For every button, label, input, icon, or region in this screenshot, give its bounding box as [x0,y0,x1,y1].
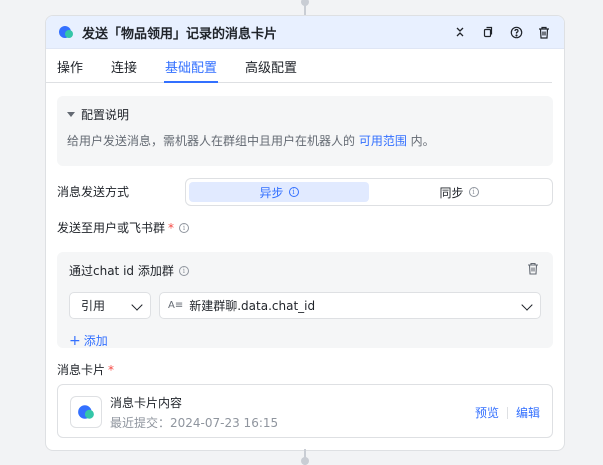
chat-id-group-title: 通过chat id 添加群 i [69,262,189,279]
flow-connector-dot-bottom [301,457,309,465]
chevron-down-icon [131,299,143,311]
config-info-text-before: 给用户发送消息，需机器人在群组中且用户在机器人的 [67,134,359,148]
panel-header: 发送「物品领用」记录的消息卡片 [46,16,564,49]
message-card-app-icon [58,24,74,40]
delete-icon[interactable] [536,24,552,40]
message-card-name: 消息卡片内容 [110,396,183,410]
preview-button[interactable]: 预览 [475,404,499,421]
send-mode-switch: 异步 i 同步 i [185,178,553,206]
required-mark: * [168,220,175,235]
message-card-icon [70,396,102,428]
info-icon[interactable]: i [178,265,189,276]
flow-connector-dot-top [301,0,309,6]
trash-icon[interactable] [527,260,539,275]
reference-type-value: 引用 [81,299,106,313]
recipient-label-text: 发送至用户或飞书群 [57,221,166,235]
add-recipient-label: 添加 [83,334,108,348]
send-mode-async-label: 异步 [259,185,284,200]
config-info-text: 给用户发送消息，需机器人在群组中且用户在机器人的 可用范围 内。 [67,132,543,149]
chat-id-group-title-text: 通过chat id 添加群 [69,264,174,278]
recipient-label: 发送至用户或飞书群 * i [57,219,190,236]
config-info-toggle[interactable]: 配置说明 [67,106,543,123]
tab-bar: 操作 连接 基础配置 高级配置 [46,49,552,83]
send-mode-sync-label: 同步 [439,185,464,200]
variable-icon: A≡ [168,300,184,311]
required-mark: * [108,362,115,377]
message-card-last-submitted: 最近提交：2024-07-23 16:15 [110,416,279,430]
chat-id-value: 新建群聊.data.chat_id [189,299,316,313]
available-scope-link[interactable]: 可用范围 [359,134,407,148]
reference-type-select[interactable]: 引用 [69,292,151,319]
message-card-label-text: 消息卡片 [57,363,106,377]
info-icon[interactable]: i [288,187,299,197]
chat-id-group: 通过chat id 添加群 i 引用 A≡ 新建群聊.data.chat_id … [57,252,553,349]
collapse-icon[interactable] [452,24,468,40]
info-icon[interactable]: i [179,222,190,233]
send-mode-sync-option[interactable]: 同步 i [369,182,549,202]
message-card-item: 消息卡片内容 最近提交：2024-07-23 16:15 预览 编辑 [57,384,553,438]
tab-basic-config[interactable]: 基础配置 [164,49,219,83]
add-recipient-button[interactable]: + 添加 [69,332,108,349]
message-card-label: 消息卡片 * [57,361,114,378]
config-info-box: 配置说明 给用户发送消息，需机器人在群组中且用户在机器人的 可用范围 内。 [57,96,553,166]
chevron-down-icon [521,299,533,311]
tab-advanced-config[interactable]: 高级配置 [245,49,297,82]
send-mode-label-text: 消息发送方式 [57,185,130,199]
panel-title: 发送「物品领用」记录的消息卡片 [82,26,278,42]
help-icon[interactable] [508,24,524,40]
info-icon[interactable]: i [468,187,479,197]
config-info-text-after: 内。 [406,134,435,148]
config-info-title: 配置说明 [81,108,130,122]
message-card-actions: 预览 编辑 [475,404,540,421]
node-config-panel: 发送「物品领用」记录的消息卡片 操作 连接 基础配置 高级配置 配置说明 给用户… [45,15,565,451]
action-divider [506,406,508,419]
chat-id-value-select[interactable]: A≡ 新建群聊.data.chat_id [159,292,541,319]
plus-icon: + [69,332,81,349]
caret-down-icon [67,112,75,117]
send-mode-async-option[interactable]: 异步 i [189,182,369,202]
tab-operation[interactable]: 操作 [57,49,83,82]
copy-icon[interactable] [480,24,496,40]
send-mode-label: 消息发送方式 [57,183,129,200]
tab-connection[interactable]: 连接 [111,49,137,82]
edit-button[interactable]: 编辑 [516,404,540,421]
